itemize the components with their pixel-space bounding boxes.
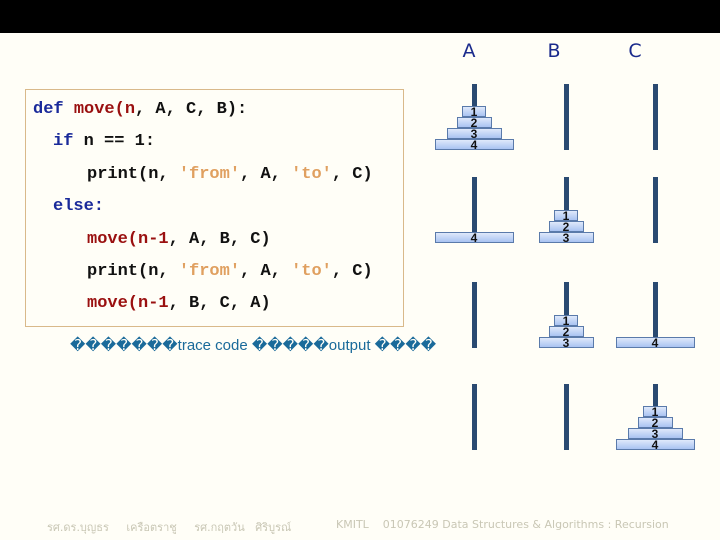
code-token: 'from' [178,262,241,281]
code-token: 'to' [291,262,332,281]
disk-1: 1 [554,210,578,222]
code-line: if n == 1: [53,132,155,151]
peg-a [472,282,477,348]
code-token: print(n, [87,165,179,184]
code-token: , C) [331,165,373,184]
caption-text: �������trace code �����output ���� [70,337,437,354]
code-token: , B, C, A) [168,294,271,313]
code-line: move(n-1, A, B, C) [87,230,271,249]
peg-label-c: C [628,40,642,62]
peg-c [653,84,658,150]
code-token: n == 1: [83,132,156,151]
code-line: print(n, 'from', A, 'to', C) [87,262,373,281]
code-line: move(n-1, B, C, A) [87,294,271,313]
code-line: print(n, 'from', A, 'to', C) [87,165,373,184]
peg-label-a: A [462,40,476,62]
code-line: def move(n, A, C, B): [33,100,247,119]
code-token: , A, C, B): [135,100,248,119]
disk-1: 1 [643,406,667,418]
code-token: , A, [240,262,292,281]
peg-c [653,177,658,243]
disk-1: 1 [554,315,578,327]
code-token: move(n [73,100,136,119]
code-token: 'from' [178,165,241,184]
footer-course: KMITL 01076249 Data Structures & Algorit… [336,518,669,531]
code-token: def [33,100,74,119]
code-token: , A, [240,165,292,184]
footer-authors: รศ.ดร.บุญธร เครือตราชู รศ.กฤตวัน ศิริบูร… [47,521,292,534]
code-token: move(n-1 [87,294,169,313]
disk-4: 4 [434,232,514,244]
code-token: , A, B, C) [168,230,271,249]
code-token: , C) [331,262,373,281]
code-token: 'to' [291,165,332,184]
peg-b [564,384,569,450]
code-line: else: [53,197,104,216]
peg-a [472,384,477,450]
disk-4: 4 [615,337,695,349]
disk-1: 1 [462,106,486,118]
code-token: else: [53,197,105,216]
code-token: move(n-1 [87,230,169,249]
peg-label-b: B [547,40,561,62]
title-bar [0,0,720,33]
peg-b [564,84,569,150]
code-token: print(n, [87,262,179,281]
code-token: if [53,132,84,151]
